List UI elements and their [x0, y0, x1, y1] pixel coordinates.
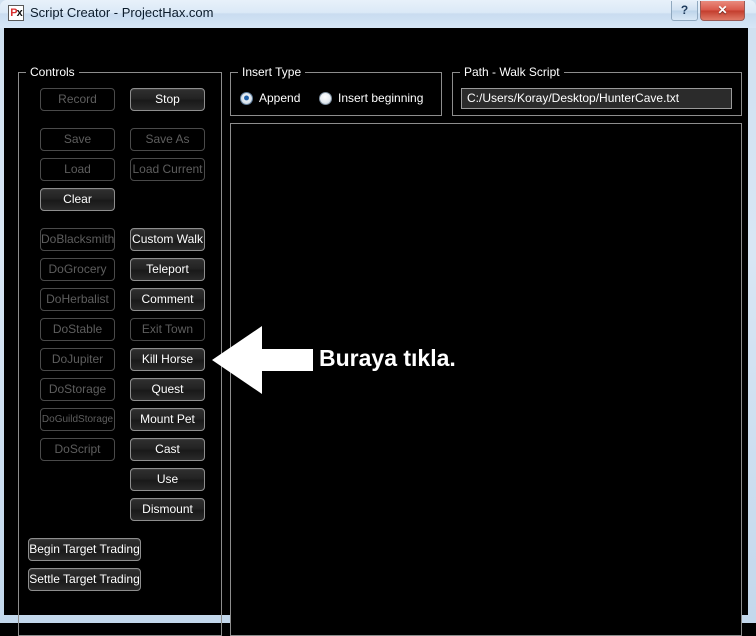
button-label: Save As	[145, 132, 190, 146]
button-kill-horse[interactable]: Kill Horse	[130, 348, 205, 371]
button-doblacksmith: DoBlacksmith	[40, 228, 115, 251]
button-label: DoHerbalist	[46, 292, 109, 306]
button-label: DoScript	[54, 442, 101, 456]
button-label: DoStable	[52, 322, 103, 336]
button-label: Clear	[63, 192, 92, 206]
button-doherbalist: DoHerbalist	[40, 288, 115, 311]
question-mark-icon: ?	[680, 3, 689, 17]
button-label: Cast	[155, 442, 180, 456]
button-label: Load Current	[132, 162, 203, 176]
walk-script-path-input[interactable]: C:/Users/Koray/Desktop/HunterCave.txt	[461, 88, 732, 109]
button-label: Teleport	[146, 262, 189, 276]
button-label: DoGuildStorage	[41, 414, 114, 425]
button-clear[interactable]: Clear	[40, 188, 115, 211]
button-label: Exit Town	[141, 322, 194, 336]
insert-type-groupbox-label: Insert Type	[238, 65, 306, 79]
button-label: Use	[156, 472, 179, 486]
button-dojupiter: DoJupiter	[40, 348, 115, 371]
button-doguildstorage: DoGuildStorage	[40, 408, 115, 431]
button-dostorage: DoStorage	[40, 378, 115, 401]
title-bar[interactable]: Px Script Creator - ProjectHax.com ? ✕	[0, 0, 756, 28]
controls-groupbox-label: Controls	[26, 65, 79, 79]
button-label: DoJupiter	[51, 352, 104, 366]
button-label: DoBlacksmith	[41, 232, 115, 246]
window-title: Script Creator - ProjectHax.com	[30, 5, 214, 20]
button-label: Save	[63, 132, 92, 146]
button-label: Settle Target Trading	[29, 572, 140, 586]
app-icon: Px	[8, 5, 24, 21]
client-area: Controls Insert Type Path - Walk Script …	[4, 28, 748, 636]
button-label: Mount Pet	[140, 412, 195, 426]
close-button[interactable]: ✕	[700, 1, 745, 21]
button-custom-walk[interactable]: Custom Walk	[130, 228, 205, 251]
button-dogrocery: DoGrocery	[40, 258, 115, 281]
button-mount-pet[interactable]: Mount Pet	[130, 408, 205, 431]
button-label: Custom Walk	[132, 232, 203, 246]
button-dostable: DoStable	[40, 318, 115, 341]
button-stop[interactable]: Stop	[130, 88, 205, 111]
path-groupbox-label: Path - Walk Script	[460, 65, 564, 79]
button-quest[interactable]: Quest	[130, 378, 205, 401]
application-window: Px Script Creator - ProjectHax.com ? ✕ C…	[0, 0, 756, 636]
button-cast[interactable]: Cast	[130, 438, 205, 461]
button-label: Begin Target Trading	[29, 542, 140, 556]
radio-label: Append	[259, 91, 301, 105]
button-record: Record	[40, 88, 115, 111]
button-label: Comment	[141, 292, 194, 306]
button-label: DoStorage	[48, 382, 107, 396]
button-exit-town: Exit Town	[130, 318, 205, 341]
button-label: Stop	[155, 92, 180, 106]
button-settle-target-trading[interactable]: Settle Target Trading	[28, 568, 141, 591]
button-teleport[interactable]: Teleport	[130, 258, 205, 281]
button-label: Load	[64, 162, 91, 176]
close-icon: ✕	[717, 3, 728, 17]
button-dismount[interactable]: Dismount	[130, 498, 205, 521]
help-button[interactable]: ?	[671, 1, 698, 21]
button-label: Kill Horse	[141, 352, 194, 366]
button-begin-target-trading[interactable]: Begin Target Trading	[28, 538, 141, 561]
button-use[interactable]: Use	[130, 468, 205, 491]
button-load: Load	[40, 158, 115, 181]
radio-indicator-icon	[240, 92, 253, 105]
app-icon-letter-x: x	[16, 7, 23, 19]
button-comment[interactable]: Comment	[130, 288, 205, 311]
button-save: Save	[40, 128, 115, 151]
radio-indicator-icon	[319, 92, 332, 105]
radio-label: Insert beginning	[338, 91, 424, 105]
button-doscript: DoScript	[40, 438, 115, 461]
button-label: Dismount	[142, 502, 193, 516]
button-label: Record	[58, 92, 97, 106]
button-label: DoGrocery	[48, 262, 107, 276]
script-list-panel[interactable]	[230, 123, 742, 636]
button-label: Quest	[151, 382, 184, 396]
button-load-current: Load Current	[130, 158, 205, 181]
button-save-as: Save As	[130, 128, 205, 151]
